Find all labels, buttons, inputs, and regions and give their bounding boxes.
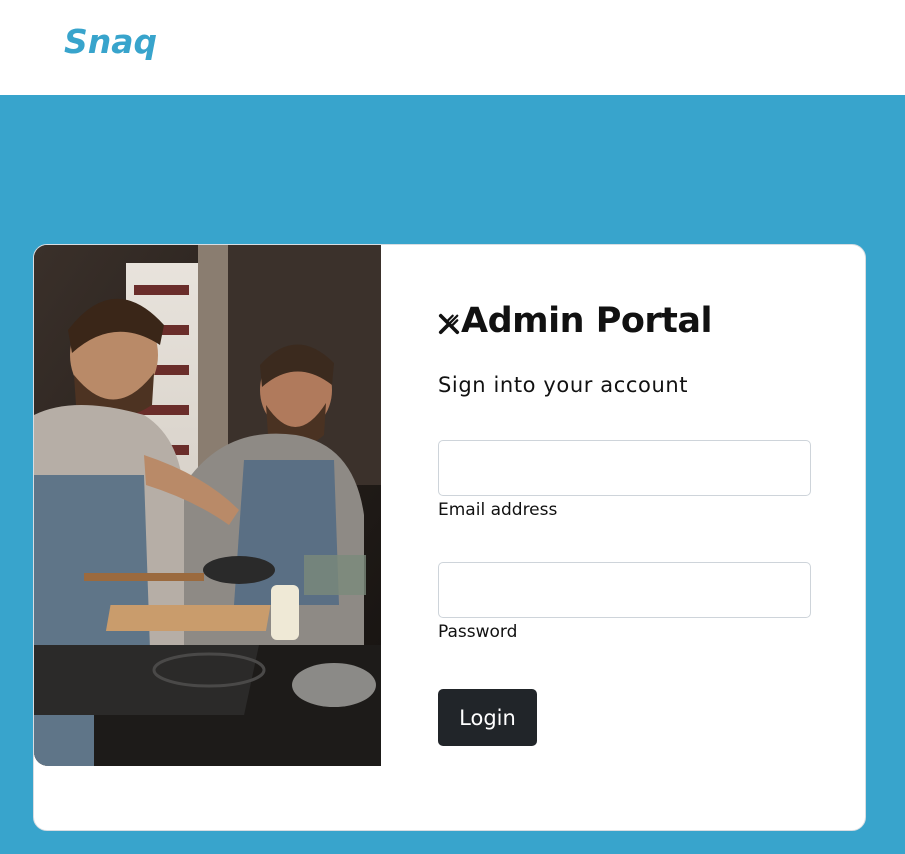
- chefs-photo: [34, 245, 381, 766]
- sign-in-subtitle: Sign into your account: [438, 373, 689, 397]
- top-navbar: Snaq: [0, 0, 905, 95]
- utensils-icon: [438, 313, 460, 335]
- email-field[interactable]: [438, 440, 811, 496]
- brand-logo[interactable]: Snaq: [64, 22, 157, 61]
- password-group: Password: [438, 562, 811, 642]
- page-title-text: Admin Portal: [461, 301, 713, 341]
- login-card: Admin Portal Sign into your account Emai…: [33, 244, 866, 831]
- email-group: Email address: [438, 440, 811, 520]
- login-form: Admin Portal Sign into your account Emai…: [438, 245, 838, 830]
- password-label: Password: [438, 622, 518, 642]
- chefs-image: [34, 245, 381, 766]
- login-button[interactable]: Login: [438, 689, 537, 746]
- page-title: Admin Portal: [438, 301, 713, 341]
- password-field[interactable]: [438, 562, 811, 618]
- email-label: Email address: [438, 500, 558, 520]
